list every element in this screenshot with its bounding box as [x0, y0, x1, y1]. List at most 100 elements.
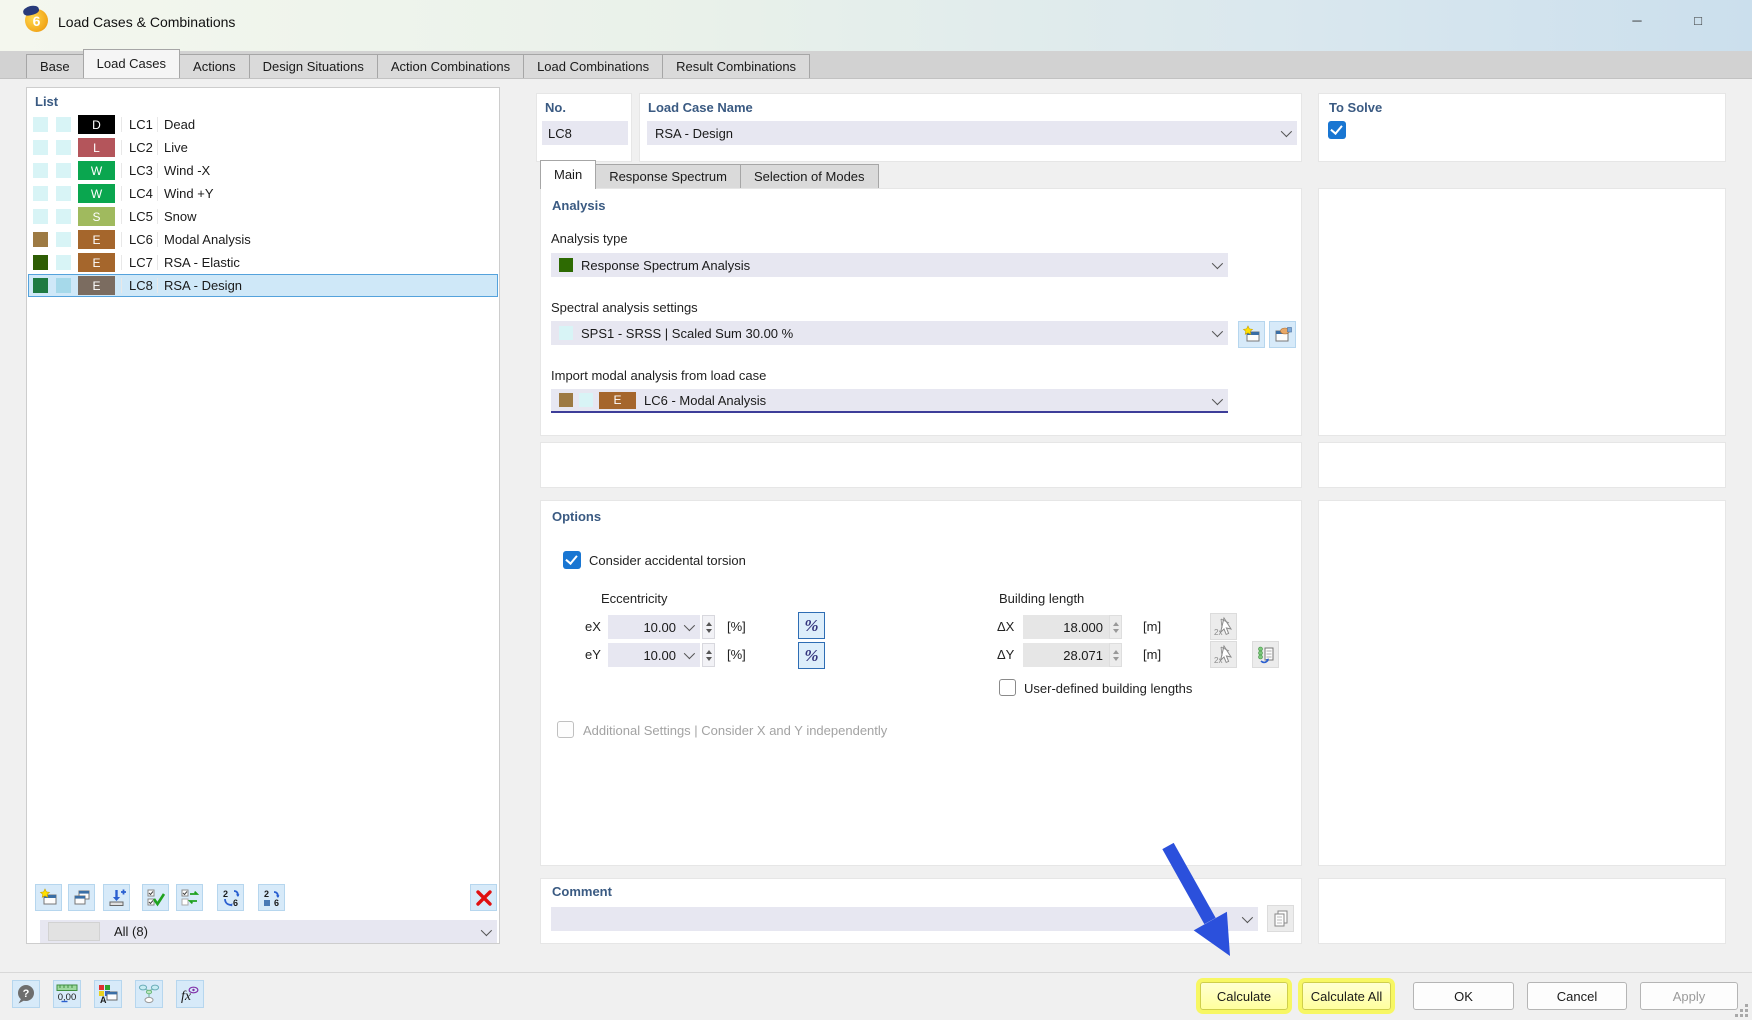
category-color-swatch [33, 186, 48, 201]
to-solve-checkbox[interactable] [1328, 121, 1346, 139]
tab-load-combinations[interactable]: Load Combinations [523, 54, 663, 78]
display-settings-button[interactable]: A [94, 980, 122, 1008]
action-category-badge: E [78, 276, 115, 295]
resize-grip[interactable] [1734, 1003, 1748, 1017]
load-case-name-dropdown[interactable]: RSA - Design [647, 121, 1297, 145]
dx-spinner[interactable] [1109, 615, 1122, 639]
load-case-id: LC7 [121, 255, 155, 270]
help-icon: ? [15, 983, 37, 1005]
subtab-response-spectrum[interactable]: Response Spectrum [595, 164, 741, 188]
svg-text:A: A [100, 995, 107, 1005]
copy-load-case-button[interactable] [68, 884, 95, 911]
load-case-row[interactable]: ELC8RSA - Design [28, 274, 498, 297]
no-value: LC8 [548, 126, 572, 141]
side-panel-3 [1318, 500, 1726, 866]
load-case-row[interactable]: LLC2Live [28, 136, 498, 159]
copy-values-button[interactable] [1252, 641, 1279, 668]
dy-double-button[interactable]: 2x [1210, 641, 1237, 668]
renumber-button[interactable]: 26 [217, 884, 244, 911]
insert-load-case-button[interactable] [103, 884, 130, 911]
side-panel-1 [1318, 188, 1726, 436]
dy-spinner[interactable] [1109, 643, 1122, 667]
copy-pages-icon [1271, 909, 1291, 929]
ey-input[interactable]: 10.00 [608, 643, 700, 667]
delete-load-case-button[interactable] [470, 884, 497, 911]
help-button[interactable]: ? [12, 980, 40, 1008]
close-button[interactable]: ✕ [1736, 0, 1752, 41]
side-panel-4 [1318, 878, 1726, 944]
eccentricity-label: Eccentricity [601, 591, 667, 606]
no-label: No. [545, 100, 566, 115]
edit-spectral-settings-button[interactable] [1269, 321, 1296, 348]
ey-unit: [%] [727, 647, 746, 662]
ex-percent-button[interactable]: % [798, 612, 825, 639]
category-color-swatch [33, 255, 48, 270]
calculate-button[interactable]: Calculate [1200, 982, 1288, 1010]
formula-button[interactable]: fx [176, 980, 204, 1008]
additional-settings-label: Additional Settings | Consider X and Y i… [583, 723, 887, 738]
subtab-main[interactable]: Main [540, 160, 596, 189]
tab-design-situations[interactable]: Design Situations [249, 54, 378, 78]
select-all-button[interactable] [142, 884, 169, 911]
import-category-badge: E [599, 392, 636, 409]
maximize-button[interactable]: □ [1675, 0, 1721, 41]
load-case-row[interactable]: ELC6Modal Analysis [28, 228, 498, 251]
navigator-button[interactable] [135, 980, 163, 1008]
tab-base[interactable]: Base [26, 54, 84, 78]
accidental-torsion-checkbox[interactable] [563, 551, 581, 569]
list-filter-dropdown[interactable]: All (8) [40, 920, 497, 943]
import-modal-dropdown[interactable]: E LC6 - Modal Analysis [551, 389, 1228, 413]
load-case-row[interactable]: WLC3Wind -X [28, 159, 498, 182]
spectral-settings-dropdown[interactable]: SPS1 - SRSS | Scaled Sum 30.00 % [551, 321, 1228, 345]
chevron-down-icon [1212, 394, 1223, 405]
analysis-type-label: Analysis type [551, 231, 628, 246]
dx-double-button[interactable]: 2x [1210, 613, 1237, 640]
cancel-button[interactable]: Cancel [1527, 982, 1627, 1010]
dy-label: ΔY [997, 647, 1014, 662]
load-case-row[interactable]: SLC5Snow [28, 205, 498, 228]
solve-color-swatch [56, 209, 71, 224]
load-case-number-field[interactable]: LC8 [542, 121, 628, 145]
new-spectral-settings-button[interactable] [1238, 321, 1265, 348]
ok-button[interactable]: OK [1413, 982, 1514, 1010]
ex-spinner[interactable] [702, 615, 715, 639]
load-case-name: Snow [157, 209, 197, 224]
name-value: RSA - Design [655, 126, 733, 141]
dy-unit: [m] [1143, 647, 1161, 662]
ex-input[interactable]: 10.00 [608, 615, 700, 639]
tab-load-cases[interactable]: Load Cases [83, 49, 180, 78]
subtab-selection-of-modes[interactable]: Selection of Modes [740, 164, 879, 188]
dx-unit: [m] [1143, 619, 1161, 634]
invert-selection-button[interactable] [176, 884, 203, 911]
units-settings-button[interactable]: 0,00 [53, 980, 81, 1008]
calculate-all-button[interactable]: Calculate All [1302, 982, 1391, 1010]
action-category-badge: E [78, 230, 115, 249]
new-load-case-button[interactable] [35, 884, 62, 911]
minimize-button[interactable]: ─ [1614, 0, 1660, 41]
analysis-type-dropdown[interactable]: Response Spectrum Analysis [551, 253, 1228, 277]
copy-comment-button[interactable] [1267, 905, 1294, 932]
sub-tabstrip: MainResponse SpectrumSelection of Modes [540, 160, 1302, 188]
tab-result-combinations[interactable]: Result Combinations [662, 54, 810, 78]
tab-action-combinations[interactable]: Action Combinations [377, 54, 524, 78]
load-case-id: LC3 [121, 163, 155, 178]
dy-field[interactable]: 28.071 [1023, 643, 1109, 667]
user-defined-lengths-checkbox[interactable] [999, 679, 1016, 696]
solve-color-swatch [56, 163, 71, 178]
tab-actions[interactable]: Actions [179, 54, 250, 78]
load-case-row[interactable]: ELC7RSA - Elastic [28, 251, 498, 274]
renumber-single-button[interactable]: 26 [258, 884, 285, 911]
load-case-row[interactable]: DLC1Dead [28, 113, 498, 136]
check-all-icon [146, 888, 166, 908]
chevron-down-icon [481, 925, 492, 936]
dx-value: 18.000 [1063, 620, 1103, 635]
new-window-star-icon [1242, 325, 1262, 345]
chevron-down-icon [684, 648, 695, 659]
load-case-row[interactable]: WLC4Wind +Y [28, 182, 498, 205]
svg-text:2: 2 [264, 889, 269, 899]
user-defined-lengths-label: User-defined building lengths [1024, 681, 1192, 696]
load-case-name: Wind -X [157, 163, 210, 178]
ey-percent-button[interactable]: % [798, 642, 825, 669]
ey-spinner[interactable] [702, 643, 715, 667]
dx-field[interactable]: 18.000 [1023, 615, 1109, 639]
